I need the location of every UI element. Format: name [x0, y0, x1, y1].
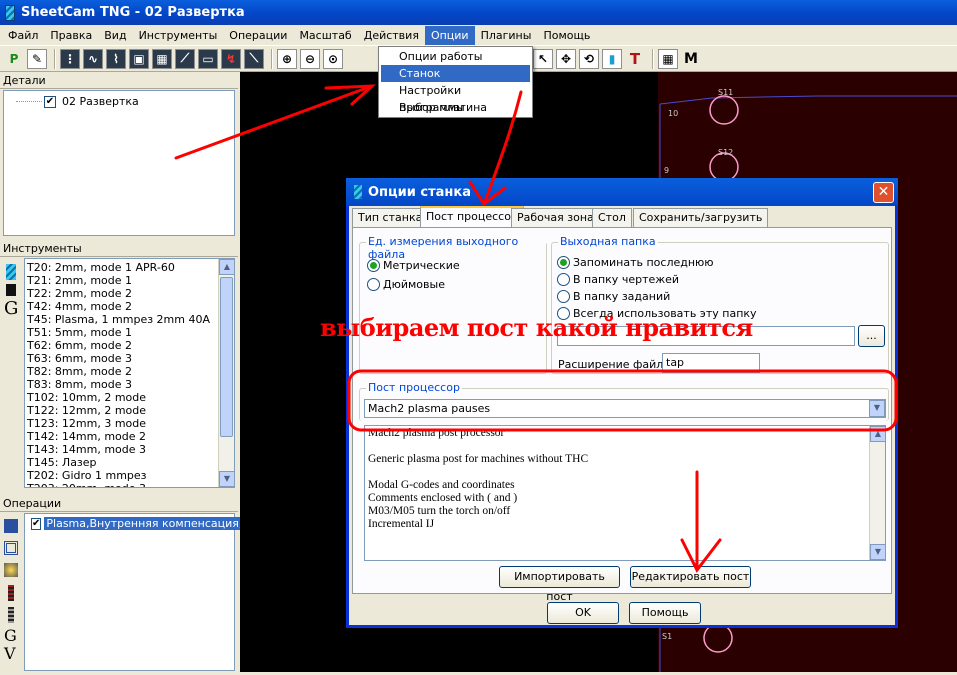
arrow-to-edit-head: [680, 538, 722, 573]
annotation-text: выбираем пост какой нравится: [320, 313, 753, 342]
highlight-box: [347, 369, 898, 432]
arrow-to-tab: [483, 90, 523, 204]
arrow-to-menu: [174, 84, 374, 160]
